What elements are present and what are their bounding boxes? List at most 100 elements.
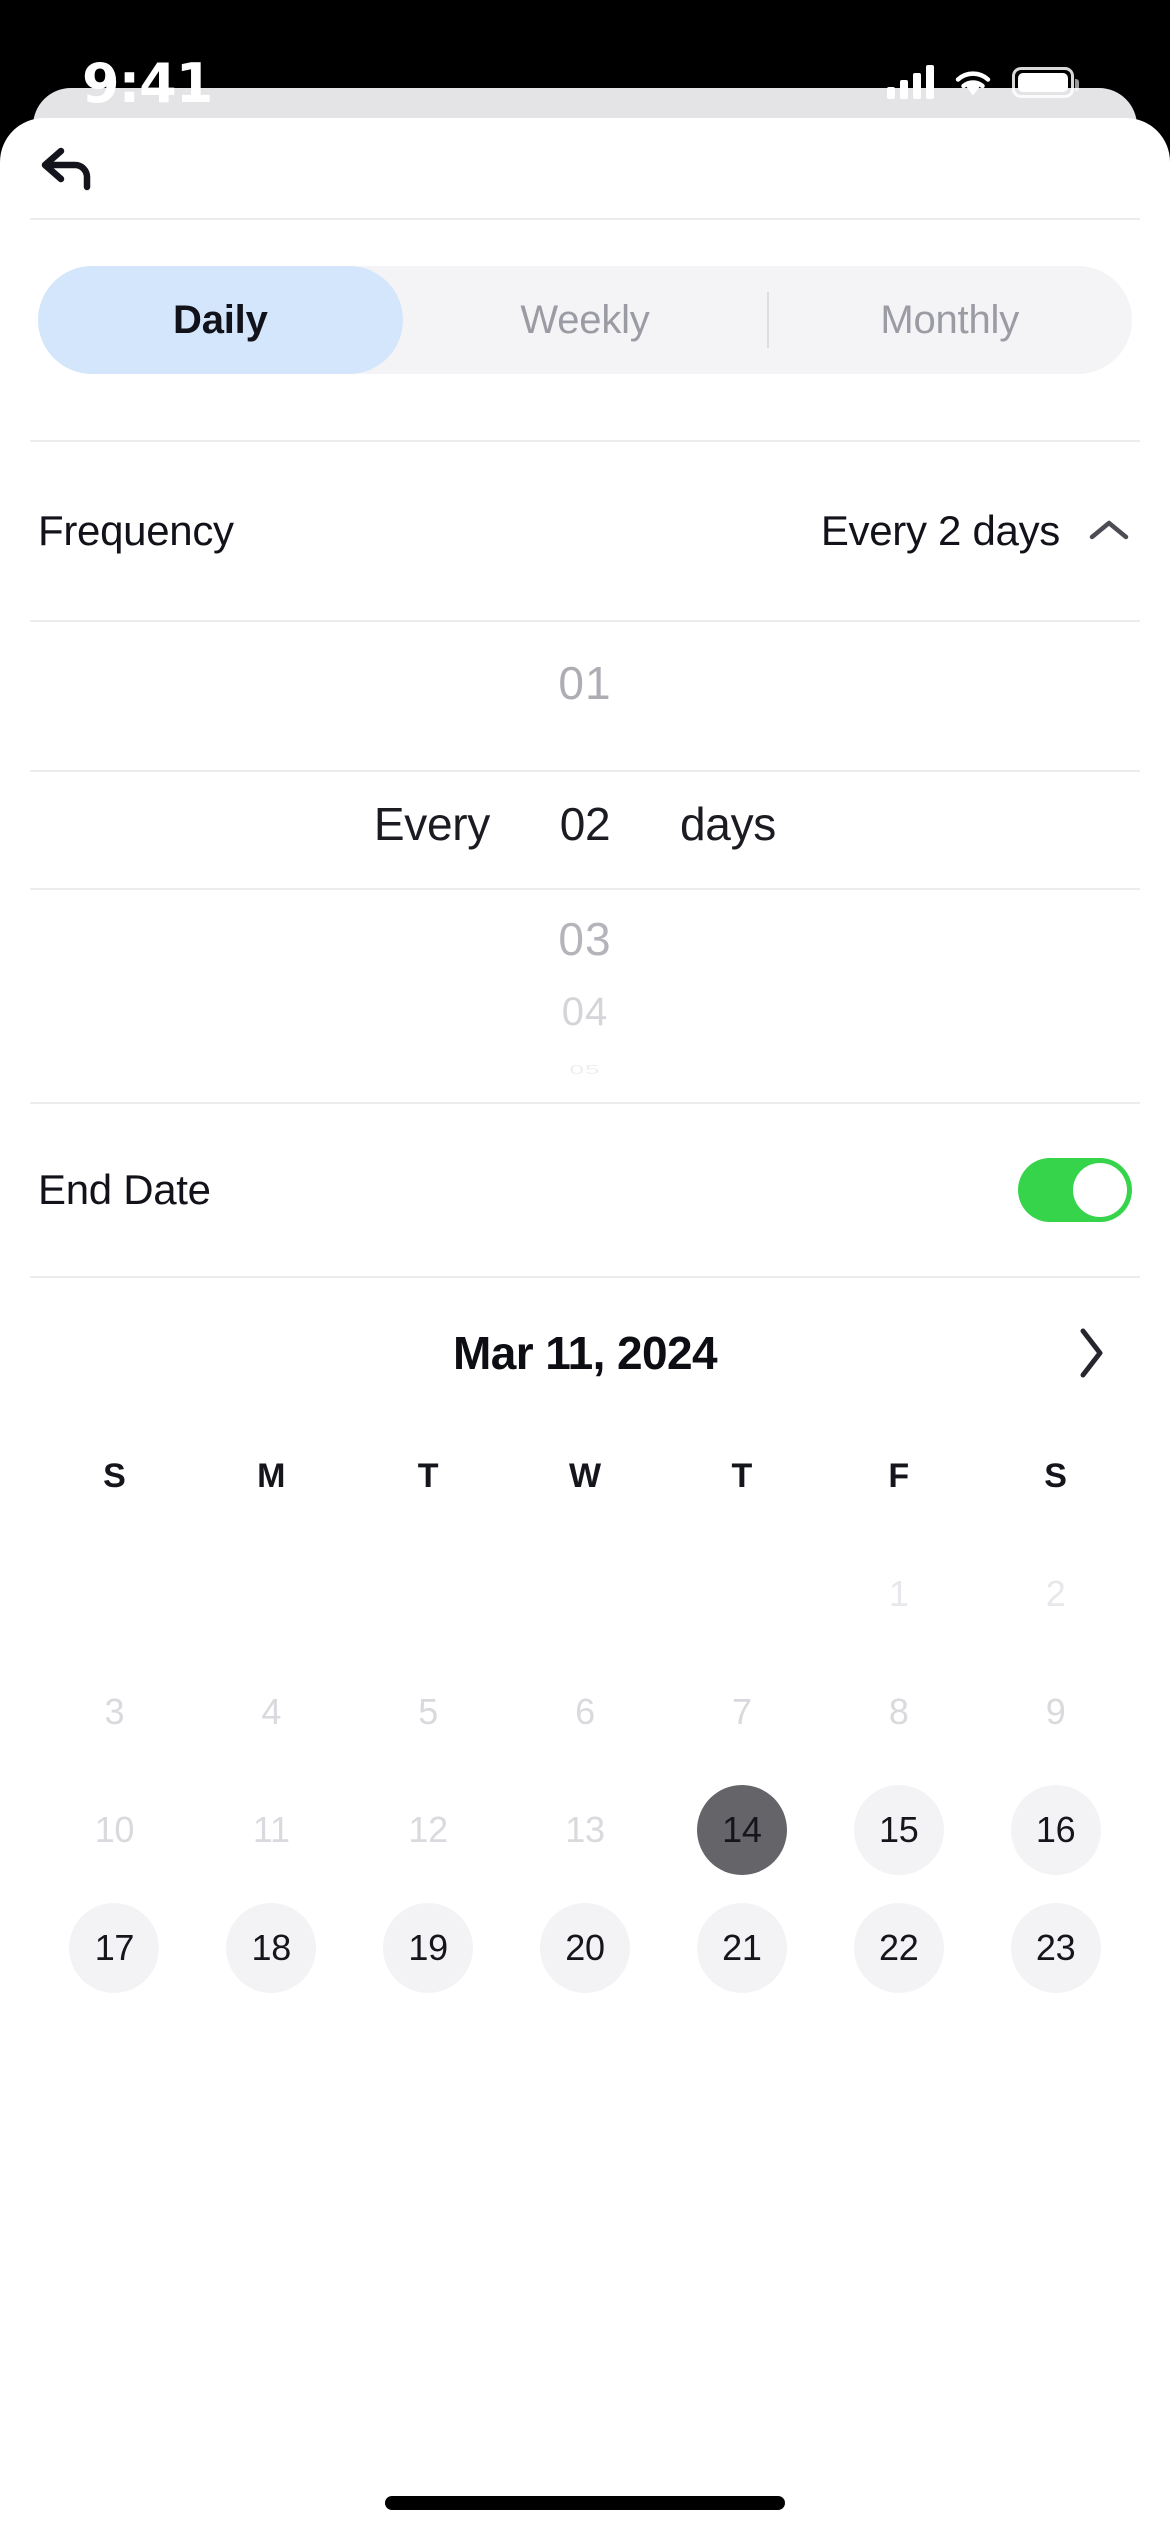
- next-month-button[interactable]: [1062, 1323, 1122, 1383]
- calendar-day-label: [69, 1549, 159, 1639]
- picker-option-below-2[interactable]: 04: [0, 990, 1170, 1035]
- calendar-day-2: 2: [977, 1546, 1134, 1642]
- frequency-picker-wheel[interactable]: 01 Every 02 days 03 04 05: [0, 622, 1170, 1102]
- calendar-day-23[interactable]: 23: [977, 1900, 1134, 1996]
- calendar-day-empty: [193, 1546, 350, 1642]
- calendar-day-11: 11: [193, 1782, 350, 1878]
- calendar-day-label: 1: [888, 1573, 909, 1614]
- calendar-day-label: [540, 1549, 630, 1639]
- recurrence-type-segmented-control[interactable]: Daily Weekly Monthly: [38, 266, 1132, 374]
- calendar-day-16[interactable]: 16: [977, 1782, 1134, 1878]
- tab-monthly[interactable]: Monthly: [767, 266, 1132, 374]
- picker-selected-number[interactable]: 02: [490, 797, 680, 851]
- calendar-day-label: 13: [565, 1809, 605, 1850]
- calendar-day-label: 2: [1045, 1573, 1066, 1614]
- calendar-day-21[interactable]: 21: [663, 1900, 820, 1996]
- calendar-day-20[interactable]: 20: [507, 1900, 664, 1996]
- calendar-day-empty: [663, 1546, 820, 1642]
- calendar-day-label: 23: [1010, 1903, 1101, 1993]
- recurrence-type-tabs-container: Daily Weekly Monthly: [0, 220, 1170, 374]
- calendar-day-empty: [507, 1546, 664, 1642]
- weekday-wed: W: [568, 1456, 602, 1495]
- status-indicators: [887, 51, 1079, 99]
- frequency-row[interactable]: Frequency Every 2 days: [0, 442, 1170, 620]
- tab-weekly[interactable]: Weekly: [403, 266, 768, 374]
- end-date-toggle[interactable]: [1018, 1158, 1132, 1222]
- end-date-label: End Date: [38, 1166, 211, 1213]
- calendar-day-empty: [36, 1546, 193, 1642]
- tab-daily[interactable]: Daily: [38, 266, 403, 374]
- calendar-day-label: 5: [418, 1691, 438, 1732]
- calendar-title: Mar 11, 2024: [453, 1327, 718, 1379]
- calendar-day-4: 4: [193, 1664, 350, 1760]
- calendar-grid: S M T W T F S 1 2 3 4 5 6 7 8 9 10 11 12 13 14 15 16 17 1…: [0, 1428, 1170, 1996]
- calendar-header: Mar 11, 2024: [0, 1278, 1170, 1428]
- calendar-day-label: 22: [853, 1903, 944, 1993]
- chevron-up-icon[interactable]: [1086, 516, 1132, 546]
- calendar-week-row: 17 18 19 20 21 22 23: [36, 1900, 1134, 1996]
- status-time: 9:41: [82, 51, 213, 115]
- calendar-day-13: 13: [507, 1782, 664, 1878]
- weekday-fri: F: [888, 1456, 910, 1495]
- calendar-day-18[interactable]: 18: [193, 1900, 350, 1996]
- calendar-day-label: 19: [383, 1903, 474, 1993]
- calendar-day-6: 6: [507, 1664, 664, 1760]
- calendar-day-empty: [350, 1546, 507, 1642]
- calendar-day-label: 16: [1010, 1785, 1101, 1875]
- picker-unit: days: [680, 798, 776, 850]
- calendar-day-label: 8: [888, 1691, 909, 1732]
- calendar-week-row: 3 4 5 6 7 8 9: [36, 1664, 1134, 1760]
- battery-icon: [1012, 66, 1079, 98]
- picker-selection-line-top: [30, 770, 1140, 772]
- tab-daily-label: Daily: [173, 297, 268, 342]
- picker-option-below-1[interactable]: 03: [0, 912, 1170, 966]
- weekday-sun: S: [103, 1456, 126, 1495]
- calendar-week-row: 12: [36, 1546, 1134, 1642]
- phone-screen: 9:41 Daily Weekly Monthly Frequency Ever…: [0, 0, 1170, 2532]
- calendar-day-22[interactable]: 22: [820, 1900, 977, 1996]
- weekday-sat: S: [1044, 1456, 1067, 1495]
- weekday-thu: T: [731, 1456, 753, 1495]
- home-indicator: [385, 2496, 785, 2510]
- calendar-day-14[interactable]: 14: [663, 1782, 820, 1878]
- calendar-day-10: 10: [36, 1782, 193, 1878]
- calendar-day-label: 4: [261, 1691, 282, 1732]
- calendar-day-label: 12: [408, 1809, 448, 1850]
- picker-option-below-3[interactable]: 05: [0, 1062, 1170, 1078]
- calendar-day-label: 17: [69, 1903, 160, 1993]
- picker-option-above[interactable]: 01: [0, 656, 1170, 710]
- chevron-right-icon: [1080, 1328, 1103, 1378]
- calendar-weekday-header: S M T W T F S: [36, 1428, 1134, 1524]
- calendar-day-15[interactable]: 15: [820, 1782, 977, 1878]
- tab-monthly-label: Monthly: [880, 297, 1020, 342]
- picker-selected-row: Every 02 days: [0, 774, 1170, 874]
- frequency-value: Every 2 days: [820, 507, 1060, 554]
- picker-selection-line-bottom: [30, 888, 1140, 890]
- calendar-day-label: [383, 1549, 473, 1639]
- end-date-row[interactable]: End Date: [0, 1104, 1170, 1276]
- calendar-day-label: [697, 1549, 787, 1639]
- wifi-icon: [952, 66, 994, 98]
- calendar-day-7: 7: [663, 1664, 820, 1760]
- calendar-day-9: 9: [977, 1664, 1134, 1760]
- calendar-day-17[interactable]: 17: [36, 1900, 193, 1996]
- calendar-weeks: 1 2 3 4 5 6 7 8 9 10 11 12 13 14 15 16 17 18 19 20 21 22 23: [36, 1546, 1134, 1996]
- calendar-day-label: 15: [853, 1785, 944, 1875]
- calendar-day-label: 7: [731, 1691, 752, 1732]
- calendar-day-1: 1: [820, 1546, 977, 1642]
- calendar-day-12: 12: [350, 1782, 507, 1878]
- cellular-signal-icon: [887, 65, 934, 99]
- frequency-value-group[interactable]: Every 2 days: [821, 507, 1132, 555]
- calendar-day-19[interactable]: 19: [350, 1900, 507, 1996]
- tab-weekly-label: Weekly: [520, 297, 650, 342]
- calendar-day-label: [226, 1549, 316, 1639]
- calendar-day-label: 6: [575, 1691, 595, 1732]
- calendar-day-label: 18: [226, 1903, 317, 1993]
- calendar-week-row: 10 11 12 13 14 15 16: [36, 1782, 1134, 1878]
- calendar-day-label: 9: [1045, 1691, 1066, 1732]
- calendar-day-label: 21: [696, 1903, 787, 1993]
- calendar-day-5: 5: [350, 1664, 507, 1760]
- calendar-day-label: 11: [252, 1809, 290, 1850]
- calendar-day-label: 20: [540, 1903, 630, 1993]
